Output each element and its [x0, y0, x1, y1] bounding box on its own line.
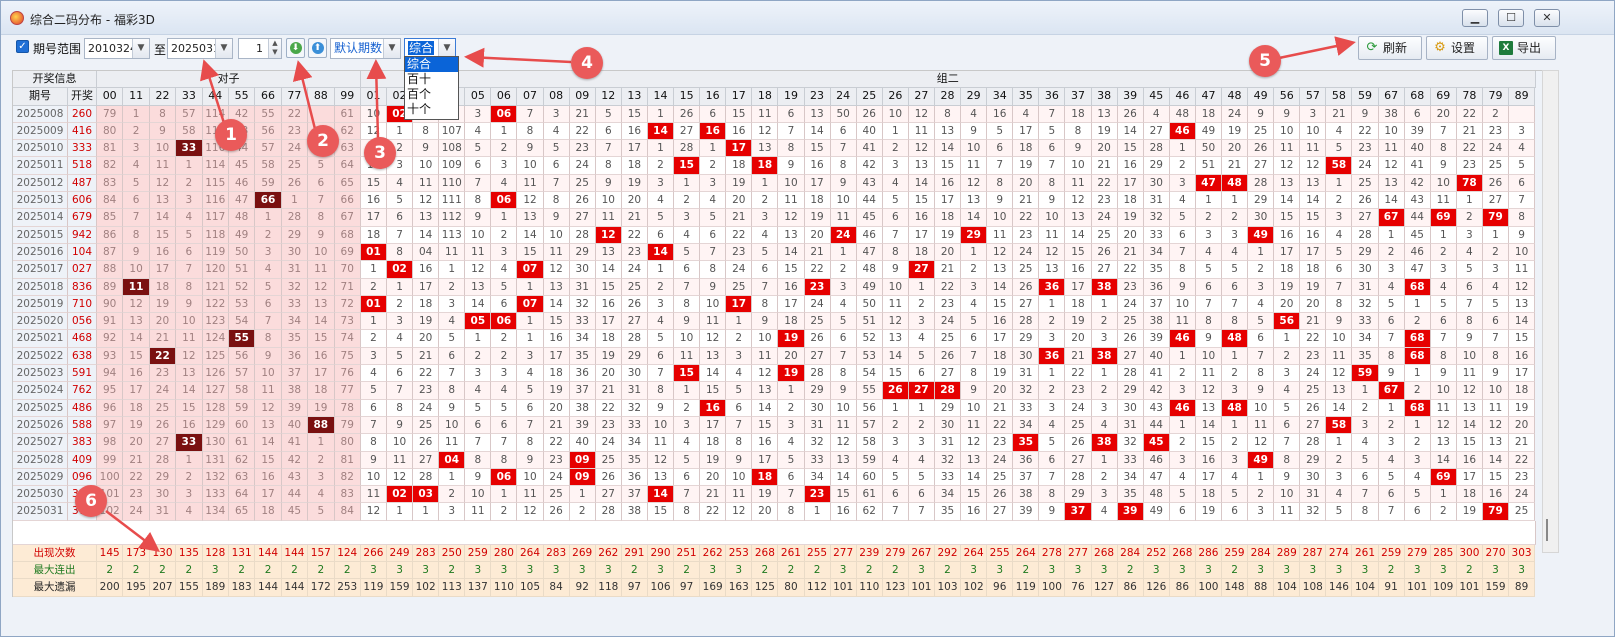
annotation-arrow: [464, 47, 572, 68]
mode-option[interactable]: 综合: [405, 57, 458, 72]
annotation-arrow: [1278, 36, 1356, 60]
annotation-marker: 1: [215, 119, 247, 151]
annotation-marker: 5: [1249, 45, 1281, 77]
mode-option[interactable]: 十个: [405, 102, 458, 117]
annotation-arrow: [366, 59, 387, 140]
mode-dropdown-list: 综合 百十 百个 十个: [404, 56, 459, 120]
app-window: 综合二码分布 - 福彩3D ▁ ☐ ✕ ✓ 期号范围 2010324 ▼ 至 20…: [0, 0, 1615, 637]
annotation-marker: 3: [364, 137, 396, 169]
mode-option[interactable]: 百十: [405, 72, 458, 87]
annotation-arrows: [105, 36, 1356, 553]
annotation-marker: 4: [571, 47, 603, 79]
annotation-marker: 2: [307, 125, 339, 157]
annotation-arrow: [292, 60, 317, 130]
annotation-arrow: [105, 510, 160, 553]
annotation-arrow: [200, 59, 226, 124]
mode-option[interactable]: 百个: [405, 87, 458, 102]
annotation-marker: 6: [75, 485, 107, 517]
